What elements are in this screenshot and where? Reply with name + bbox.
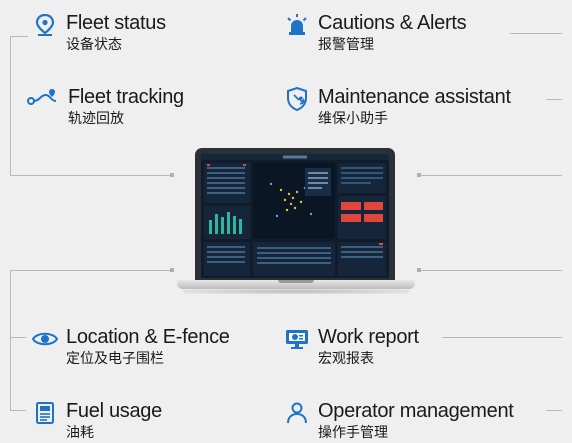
feature-title: Work report — [318, 326, 419, 348]
connector-line — [10, 175, 172, 176]
feature-subtitle: 维保小助手 — [318, 110, 388, 126]
fuel-gauge-icon — [32, 400, 58, 426]
feature-title: Location & E-fence — [66, 326, 230, 348]
feature-work-report[interactable]: Work report 宏观报表 — [284, 326, 419, 367]
connector-line — [10, 270, 11, 410]
feature-cautions-alerts[interactable]: Cautions & Alerts 报警管理 — [284, 12, 467, 53]
connector-line — [10, 337, 26, 338]
connector-dot — [170, 268, 174, 272]
connector-line — [510, 33, 562, 34]
feature-subtitle: 轨迹回放 — [68, 110, 124, 126]
dashboard-screenshot — [201, 154, 389, 278]
connector-line — [10, 270, 172, 271]
connector-dot — [170, 173, 174, 177]
feature-title: Fleet status — [66, 12, 166, 34]
connector-line — [10, 36, 28, 37]
connector-line — [10, 36, 11, 175]
wrench-shield-icon — [284, 86, 310, 112]
feature-title: Fleet tracking — [68, 86, 184, 108]
laptop-screen-bezel — [195, 148, 395, 282]
monitor-chart-icon — [284, 326, 310, 352]
laptop-base-notch — [278, 280, 314, 283]
dashboard-miniature — [201, 154, 389, 278]
feature-subtitle: 宏观报表 — [318, 350, 374, 366]
route-icon — [26, 86, 60, 112]
location-pin-icon — [32, 12, 58, 38]
feature-title: Operator management — [318, 400, 514, 422]
connector-dot — [417, 268, 421, 272]
feature-subtitle: 报警管理 — [318, 36, 374, 52]
operators-icon — [284, 400, 310, 426]
feature-fleet-status[interactable]: Fleet status 设备状态 — [32, 12, 166, 53]
connector-line — [546, 410, 562, 411]
feature-operator-management[interactable]: Operator management 操作手管理 — [284, 400, 514, 441]
feature-subtitle: 定位及电子围栏 — [66, 350, 164, 366]
connector-line — [420, 270, 562, 271]
feature-subtitle: 设备状态 — [66, 36, 122, 52]
feature-title: Cautions & Alerts — [318, 12, 467, 34]
alarm-beacon-icon — [284, 12, 310, 38]
laptop-dashboard-illustration — [177, 148, 415, 296]
connector-line — [10, 410, 26, 411]
feature-maintenance-assistant[interactable]: Maintenance assistant 维保小助手 — [284, 86, 511, 127]
feature-fleet-tracking[interactable]: Fleet tracking 轨迹回放 — [26, 86, 184, 127]
laptop-shadow — [183, 289, 409, 294]
feature-title: Maintenance assistant — [318, 86, 511, 108]
eye-icon — [32, 326, 58, 352]
feature-fuel-usage[interactable]: Fuel usage 油耗 — [32, 400, 162, 441]
connector-line — [442, 337, 562, 338]
feature-subtitle: 操作手管理 — [318, 424, 388, 440]
feature-title: Fuel usage — [66, 400, 162, 422]
connector-dot — [417, 173, 421, 177]
feature-subtitle: 油耗 — [66, 424, 94, 440]
connector-line — [546, 99, 562, 100]
feature-location-efence[interactable]: Location & E-fence 定位及电子围栏 — [32, 326, 230, 367]
connector-line — [420, 175, 562, 176]
